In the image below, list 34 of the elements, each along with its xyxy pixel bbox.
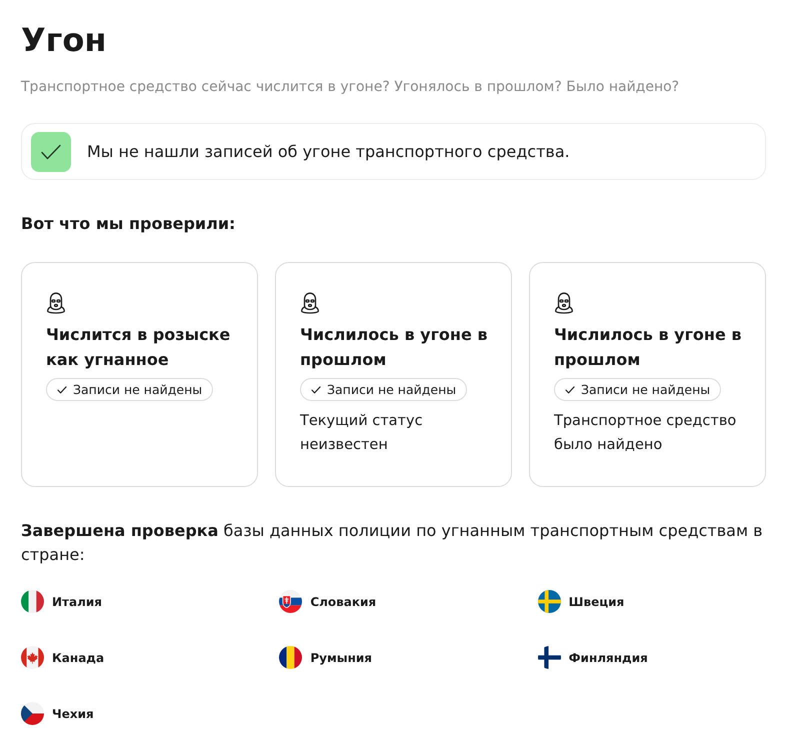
check-icon (311, 386, 321, 394)
sweden-flag-icon (538, 590, 561, 613)
countries-intro: Завершена проверка базы данных полиции по угнанным транспортным средствам в стране: (21, 520, 764, 566)
canada-flag-icon (21, 646, 44, 669)
page-title: Угон (21, 20, 108, 60)
status-text: Записи не найдены (327, 382, 456, 398)
check-icon (565, 386, 575, 394)
checks-heading: Вот что мы проверили: (21, 213, 236, 235)
check-icon (57, 386, 67, 394)
country-name: Чехия (52, 706, 94, 722)
country-name: Канада (52, 650, 104, 666)
check-description: Текущий статус неизвестен (300, 412, 424, 455)
country-name: Румыния (310, 650, 372, 666)
finland-flag-icon (538, 646, 561, 669)
check-title: Числилось в угоне в прошлом (300, 324, 489, 371)
country-name: Словакия (310, 594, 376, 610)
balaclava-icon (300, 292, 320, 314)
check-title: Числится в розыске как угнанное (46, 324, 232, 371)
balaclava-icon (554, 292, 574, 314)
slovakia-flag-icon (279, 590, 302, 613)
balaclava-icon (46, 292, 66, 314)
italy-flag-icon (21, 590, 44, 613)
country-name: Финляндия (568, 650, 648, 666)
alert-text: Мы не нашли записей об угоне транспортного средства. (87, 140, 570, 162)
czechia-flag-icon (21, 702, 44, 725)
check-title: Числилось в угоне в прошлом (554, 324, 743, 371)
check-description: Транспортное средство было найдено (554, 412, 738, 455)
country-name: Швеция (568, 594, 624, 610)
romania-flag-icon (279, 646, 302, 669)
page-subtitle: Транспортное средство сейчас числится в угоне? Угонялось в прошлом? Было найдено? (21, 78, 680, 97)
country-name: Италия (52, 594, 102, 610)
status-text: Записи не найдены (73, 382, 202, 398)
status-text: Записи не найдены (581, 382, 710, 398)
check-tile-icon (31, 132, 71, 172)
